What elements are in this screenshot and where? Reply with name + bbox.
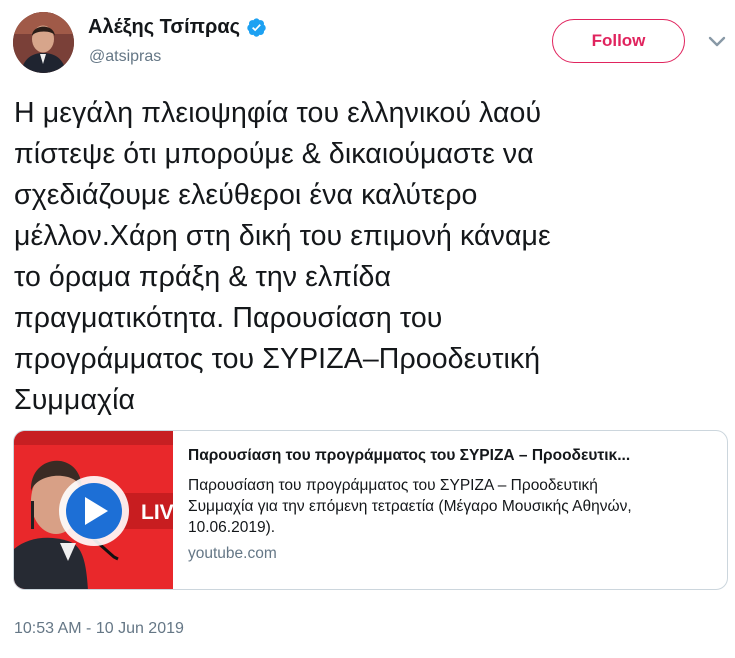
card-title[interactable]: Παρουσίαση του προγράμματος του ΣΥΡΙΖΑ –… <box>188 447 716 465</box>
profile-photo-icon <box>13 12 74 73</box>
follow-button[interactable]: Follow <box>552 19 685 63</box>
video-thumbnail-image: LIV <box>14 431 173 589</box>
user-handle[interactable]: @atsipras <box>89 48 161 66</box>
name-row: Αλέξης Τσίπρας <box>88 16 267 39</box>
avatar[interactable] <box>13 12 74 73</box>
card-thumbnail[interactable]: LIV <box>14 431 173 589</box>
live-badge-text: LIV <box>141 501 173 524</box>
tweet-text-line: το όραμα πράξη & την ελπίδα <box>14 261 392 293</box>
tweet-text-line: μέλλον.Χάρη στη δική του επιμονή κάναμε <box>14 220 551 252</box>
card-body[interactable]: Παρουσίαση του προγράμματος του ΣΥΡΙΖΑ –… <box>188 447 716 563</box>
card-domain: youtube.com <box>188 545 277 562</box>
card-description-line: Παρουσίαση του προγράμματος του ΣΥΡΙΖΑ –… <box>188 477 598 494</box>
tweet-text-line: πίστεψε ότι μπορούμε & δικαιούμαστε να <box>14 138 534 170</box>
tweet-text: Η μεγάλη πλειοψηφία του ελληνικού λαού π… <box>14 93 714 421</box>
tweet-text-line: πραγματικότητα. Παρουσίαση του <box>14 302 443 334</box>
chevron-down-icon[interactable] <box>708 34 726 48</box>
tweet-text-line: προγράμματος του ΣΥΡΙΖΑ–Προοδευτική <box>14 343 541 375</box>
tweet-timestamp[interactable]: 10:53 AM - 10 Jun 2019 <box>14 620 184 638</box>
tweet-text-line: Η μεγάλη πλειοψηφία του ελληνικού λαού <box>14 97 542 129</box>
play-icon[interactable] <box>59 476 129 546</box>
verified-badge-icon <box>247 18 266 37</box>
card-description-line: Συμμαχία για την επόμενη τετραετία (Μέγα… <box>188 498 632 515</box>
display-name[interactable]: Αλέξης Τσίπρας <box>88 16 240 39</box>
tweet-header: Αλέξης Τσίπρας @atsipras Follow <box>0 0 735 86</box>
card-description-line: 10.06.2019). <box>188 519 276 536</box>
tweet-text-line: Συμμαχία <box>14 384 136 416</box>
card-description: Παρουσίαση του προγράμματος του ΣΥΡΙΖΑ –… <box>188 475 716 538</box>
link-card[interactable]: LIV Παρουσίαση του προγράμματος του ΣΥΡΙ… <box>13 430 728 590</box>
tweet-text-line: σχεδιάζουμε ελεύθεροι ένα καλύτερο <box>14 179 478 211</box>
